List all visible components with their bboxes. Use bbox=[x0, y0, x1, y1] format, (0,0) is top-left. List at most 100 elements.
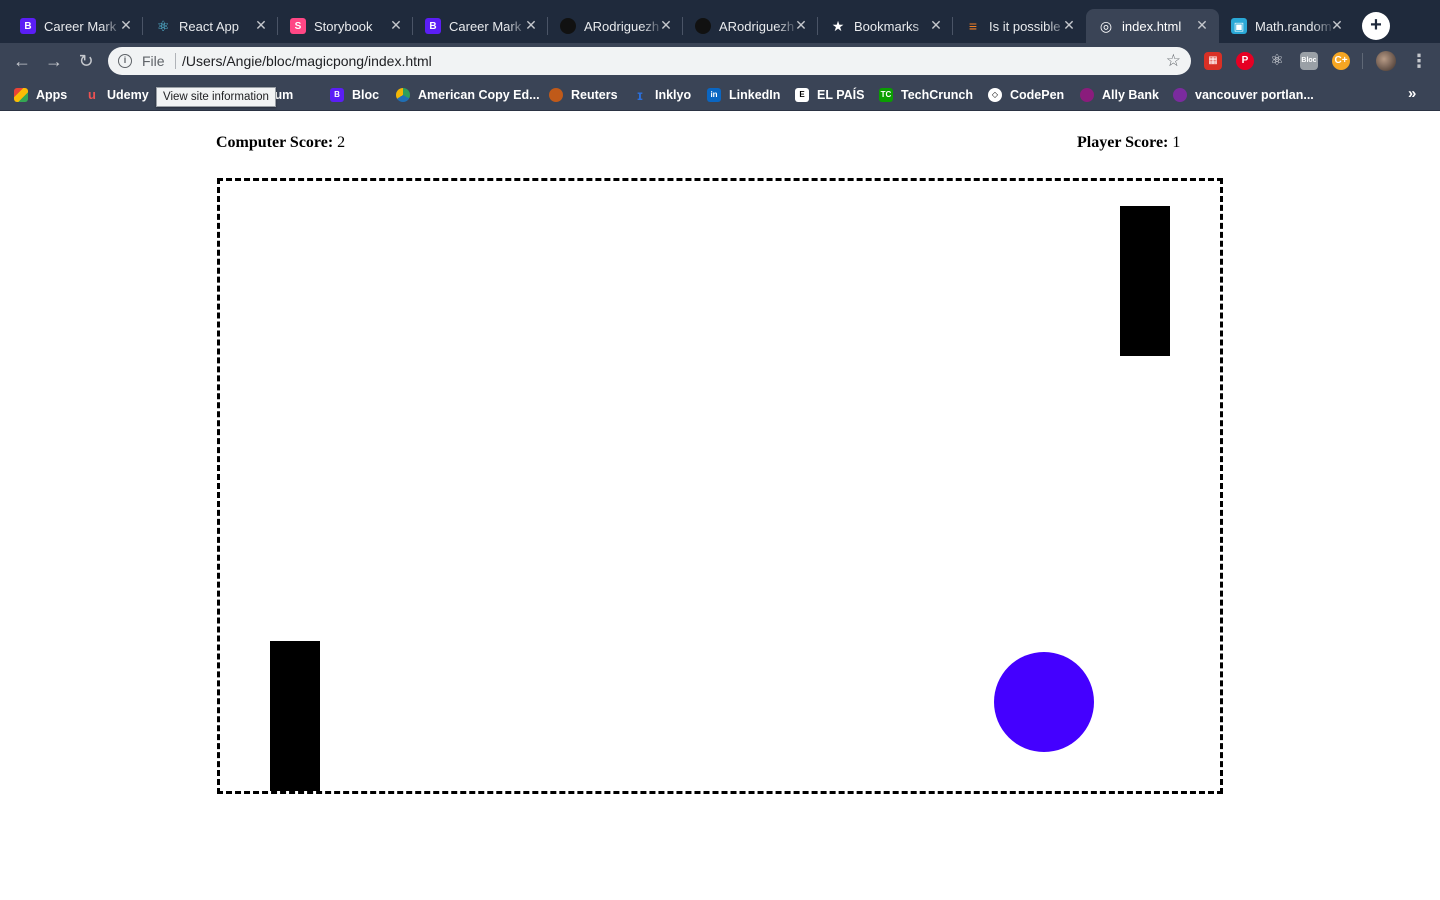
bloc-extension-icon[interactable]: Bloc bbox=[1300, 52, 1318, 70]
tab-title: ARodriguezh bbox=[584, 18, 660, 34]
bookmark-codepen[interactable]: ◇ CodePen bbox=[988, 86, 1064, 104]
scheme-label[interactable]: File bbox=[142, 53, 165, 69]
react-icon: ⚛ bbox=[156, 17, 170, 34]
bookmark-label: Ally Bank bbox=[1102, 88, 1159, 102]
tab-title: Math.random bbox=[1255, 18, 1332, 34]
bookmark-udemy[interactable]: u Udemy bbox=[85, 86, 149, 104]
computer-score-value: 2 bbox=[337, 134, 346, 151]
new-tab-button[interactable]: + bbox=[1362, 12, 1390, 40]
github-icon bbox=[695, 18, 711, 34]
tab-title: ARodriguezh bbox=[719, 18, 795, 34]
menu-icon[interactable]: ⋮ bbox=[1410, 49, 1428, 73]
address-bar[interactable]: i File /Users/Angie/bloc/magicpong/index… bbox=[108, 47, 1191, 75]
udemy-icon: u bbox=[88, 87, 96, 102]
computer-paddle bbox=[1120, 206, 1170, 356]
bookmark-ally-bank[interactable]: Ally Bank bbox=[1080, 86, 1159, 104]
globe-icon: ◎ bbox=[1099, 17, 1113, 34]
tab-storybook[interactable]: S Storybook ✕ bbox=[278, 9, 413, 43]
computer-score: Computer Score: 2 bbox=[216, 134, 345, 152]
close-icon[interactable]: ✕ bbox=[1330, 18, 1344, 32]
storybook-icon: S bbox=[290, 18, 306, 34]
bloc-icon: B bbox=[425, 18, 441, 34]
bookmark-american-copy-editors[interactable]: American Copy Ed... bbox=[396, 86, 540, 104]
bookmark-inklyo[interactable]: ɪ Inklyo bbox=[633, 86, 691, 104]
pong-table[interactable] bbox=[217, 178, 1223, 794]
bookmark-label: CodePen bbox=[1010, 88, 1065, 102]
tab-title: index.html bbox=[1122, 18, 1182, 34]
ace-icon bbox=[396, 88, 410, 102]
tab-title: Career Mark bbox=[44, 18, 117, 34]
reload-button[interactable]: ↻ bbox=[74, 49, 98, 73]
tab-math-random[interactable]: ▣ Math.random ✕ bbox=[1219, 9, 1354, 43]
tab-index-html[interactable]: ◎ index.html ✕ bbox=[1086, 9, 1219, 43]
close-icon[interactable]: ✕ bbox=[1062, 18, 1076, 32]
bloc-icon: B bbox=[330, 88, 344, 102]
inklyo-icon: ɪ bbox=[637, 87, 643, 103]
player-score-value: 1 bbox=[1172, 134, 1181, 151]
bloc-icon: B bbox=[20, 18, 36, 34]
linkedin-icon: in bbox=[707, 88, 721, 102]
tab-stackoverflow[interactable]: ≡ Is it possible ✕ bbox=[953, 9, 1086, 43]
browser-toolbar: ← → ↻ i File /Users/Angie/bloc/magicpong… bbox=[0, 43, 1440, 79]
address-divider bbox=[175, 53, 176, 69]
bookmark-el-pais[interactable]: E EL PAÍS bbox=[795, 86, 864, 104]
bookmark-bloc[interactable]: B Bloc bbox=[330, 86, 379, 104]
github-icon bbox=[560, 18, 576, 34]
info-icon[interactable]: i bbox=[118, 54, 132, 68]
star-icon: ★ bbox=[831, 17, 845, 34]
tab-github-2[interactable]: ARodriguezh ✕ bbox=[683, 9, 818, 43]
bookmark-linkedin[interactable]: in LinkedIn bbox=[707, 86, 780, 104]
back-button[interactable]: ← bbox=[10, 49, 34, 73]
tab-career-mark-2[interactable]: B Career Mark ✕ bbox=[413, 9, 548, 43]
close-icon[interactable]: ✕ bbox=[659, 18, 673, 32]
bookmark-vancouver-portland[interactable]: vancouver portlan... bbox=[1173, 86, 1314, 104]
stackoverflow-icon: ≡ bbox=[968, 18, 978, 34]
bookmark-label: Bloc bbox=[352, 88, 380, 102]
bookmark-label: EL PAÍS bbox=[817, 88, 865, 102]
vancouver-portland-icon bbox=[1173, 88, 1187, 102]
player-score-label: Player Score: bbox=[1077, 134, 1169, 151]
bookmark-star-icon[interactable]: ☆ bbox=[1166, 51, 1181, 71]
apps-grid-icon bbox=[14, 88, 28, 102]
extension-calendar-icon[interactable]: ▦ bbox=[1204, 52, 1222, 70]
ball bbox=[994, 652, 1094, 752]
bookmark-techcrunch[interactable]: TC TechCrunch bbox=[879, 86, 973, 104]
close-icon[interactable]: ✕ bbox=[254, 18, 268, 32]
tab-title: Is it possible bbox=[989, 18, 1061, 34]
bookmark-label: Inklyo bbox=[655, 88, 692, 102]
tab-title: Storybook bbox=[314, 18, 373, 34]
tab-strip: B Career Mark ✕ ⚛ React App ✕ S Storyboo… bbox=[0, 0, 1440, 43]
forward-button[interactable]: → bbox=[42, 49, 66, 73]
bookmark-apps[interactable]: Apps bbox=[14, 86, 67, 104]
computer-score-label: Computer Score: bbox=[216, 134, 334, 151]
ally-bank-icon bbox=[1080, 88, 1094, 102]
tab-title: React App bbox=[179, 18, 239, 34]
close-icon[interactable]: ✕ bbox=[119, 18, 133, 32]
close-icon[interactable]: ✕ bbox=[389, 18, 403, 32]
player-paddle[interactable] bbox=[270, 641, 320, 791]
codepen-icon: ◇ bbox=[988, 88, 1002, 102]
close-icon[interactable]: ✕ bbox=[929, 18, 943, 32]
tab-react-app[interactable]: ⚛ React App ✕ bbox=[143, 9, 278, 43]
techcrunch-icon: TC bbox=[879, 88, 893, 102]
pinterest-icon[interactable]: P bbox=[1236, 52, 1254, 70]
url-text[interactable]: /Users/Angie/bloc/magicpong/index.html bbox=[182, 53, 432, 69]
honey-icon[interactable]: C+ bbox=[1332, 52, 1350, 70]
close-icon[interactable]: ✕ bbox=[524, 18, 538, 32]
bookmark-label: Udemy bbox=[107, 88, 149, 102]
tab-bookmarks[interactable]: ★ Bookmarks ✕ bbox=[818, 9, 953, 43]
close-icon[interactable]: ✕ bbox=[1195, 18, 1209, 32]
site-info-tooltip: View site information bbox=[156, 87, 276, 107]
tab-title: Bookmarks bbox=[854, 18, 920, 34]
tab-career-mark-1[interactable]: B Career Mark ✕ bbox=[8, 9, 143, 43]
profile-avatar[interactable] bbox=[1376, 51, 1396, 71]
tab-github-1[interactable]: ARodriguezh ✕ bbox=[548, 9, 683, 43]
bookmark-reuters[interactable]: Reuters bbox=[549, 86, 618, 104]
close-icon[interactable]: ✕ bbox=[794, 18, 808, 32]
chevron-double-right-icon[interactable]: » bbox=[1408, 85, 1416, 102]
mdn-icon: ▣ bbox=[1231, 18, 1247, 34]
toolbar-separator bbox=[1362, 53, 1363, 69]
bookmark-label: LinkedIn bbox=[729, 88, 781, 102]
react-devtools-icon[interactable]: ⚛ bbox=[1268, 52, 1286, 70]
reuters-icon bbox=[549, 88, 563, 102]
